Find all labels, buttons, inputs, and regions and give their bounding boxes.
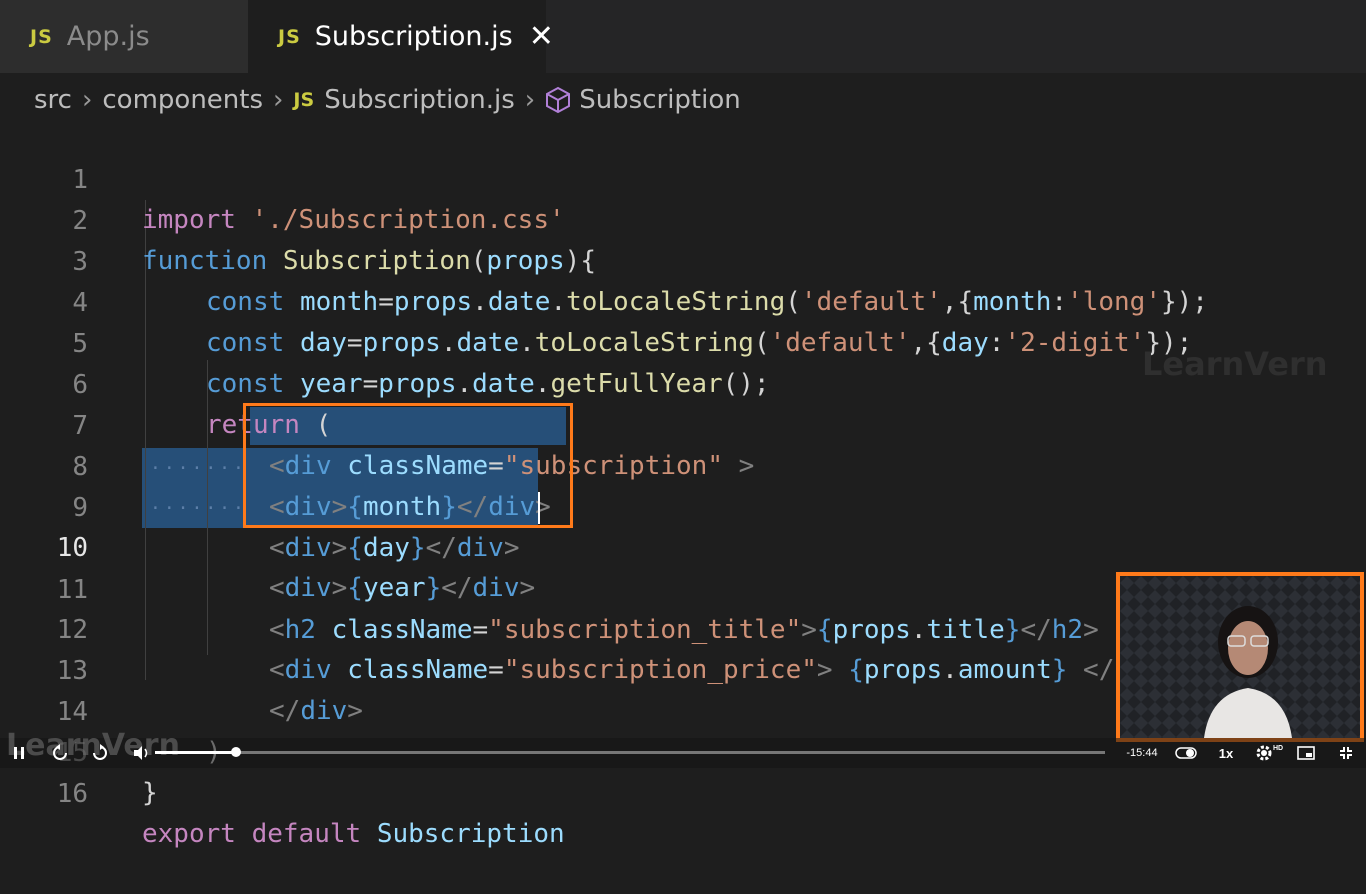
playback-rate-button[interactable]: 1x bbox=[1214, 738, 1238, 768]
progress-fill bbox=[155, 751, 236, 754]
code-line: 9 <div>{day}</div> bbox=[0, 448, 1366, 563]
tab-label: App.js bbox=[66, 21, 150, 52]
breadcrumb-components[interactable]: components bbox=[102, 85, 263, 115]
code-line: 1 import './Subscription.css' bbox=[0, 120, 1366, 235]
progress-bar[interactable] bbox=[155, 747, 1105, 757]
code-line: 4 const day=props.date.toLocaleString('d… bbox=[0, 243, 1366, 358]
toggle-icon bbox=[1175, 747, 1197, 759]
hd-badge: HD bbox=[1272, 744, 1284, 752]
gear-icon bbox=[1256, 745, 1272, 761]
chevron-right-icon: › bbox=[81, 85, 93, 115]
code-line: 11 <h2 className="subscription_title">{p… bbox=[0, 530, 1366, 645]
token: Subscription bbox=[376, 819, 565, 849]
breadcrumb-symbol[interactable]: Subscription bbox=[579, 85, 741, 115]
forward-icon bbox=[93, 744, 107, 760]
token: } bbox=[142, 778, 158, 808]
autoplay-toggle[interactable] bbox=[1174, 738, 1198, 768]
line-number: 16 bbox=[56, 779, 88, 809]
code-line: 3 const month=props.date.toLocaleString(… bbox=[0, 202, 1366, 317]
pip-button[interactable] bbox=[1294, 738, 1318, 768]
code-line: 2 function Subscription(props){ bbox=[0, 161, 1366, 276]
highlight-annotation-box bbox=[243, 403, 573, 528]
pause-icon bbox=[14, 747, 24, 759]
volume-icon bbox=[134, 746, 148, 760]
chevron-right-icon: › bbox=[273, 85, 284, 115]
presenter-video bbox=[1120, 576, 1360, 738]
tab-app-js[interactable]: JS App.js bbox=[0, 0, 248, 73]
code-line: 5 const year=props.date.getFullYear(); bbox=[0, 284, 1366, 399]
close-icon[interactable]: ✕ bbox=[529, 19, 554, 54]
pause-button[interactable] bbox=[8, 738, 30, 768]
volume-button[interactable] bbox=[130, 738, 152, 768]
rewind-icon bbox=[53, 744, 67, 760]
symbol-cube-icon bbox=[546, 86, 571, 114]
code-line: 8 <div>{month}</div> bbox=[0, 407, 1366, 522]
tab-label: Subscription.js bbox=[314, 21, 513, 52]
token: default bbox=[251, 819, 362, 849]
js-file-icon: JS bbox=[278, 25, 301, 48]
breadcrumb: src › components › JS Subscription.js › … bbox=[34, 80, 741, 120]
fullscreen-exit-button[interactable] bbox=[1334, 738, 1358, 768]
js-file-icon: JS bbox=[30, 25, 53, 48]
fullscreen-exit-icon bbox=[1340, 747, 1352, 759]
token: export bbox=[142, 819, 236, 849]
time-remaining: -15:44 bbox=[1126, 747, 1158, 759]
tab-subscription-js[interactable]: JS Subscription.js ✕ bbox=[248, 0, 554, 73]
watermark: LearnVern bbox=[1142, 345, 1328, 383]
webcam-overlay bbox=[1116, 572, 1364, 742]
breadcrumb-src[interactable]: src bbox=[34, 85, 72, 115]
picture-in-picture-icon bbox=[1297, 746, 1315, 760]
code-line: 10 <div>{year}</div> bbox=[0, 488, 1366, 603]
tab-bar: JS App.js JS Subscription.js ✕ bbox=[0, 0, 1366, 73]
progress-thumb[interactable] bbox=[230, 747, 241, 757]
settings-button[interactable]: HD bbox=[1254, 738, 1284, 768]
forward-button[interactable] bbox=[88, 738, 112, 768]
js-file-icon: JS bbox=[293, 89, 315, 111]
rewind-button[interactable] bbox=[48, 738, 72, 768]
chevron-right-icon: › bbox=[524, 85, 536, 115]
breadcrumb-file[interactable]: Subscription.js bbox=[324, 85, 515, 115]
